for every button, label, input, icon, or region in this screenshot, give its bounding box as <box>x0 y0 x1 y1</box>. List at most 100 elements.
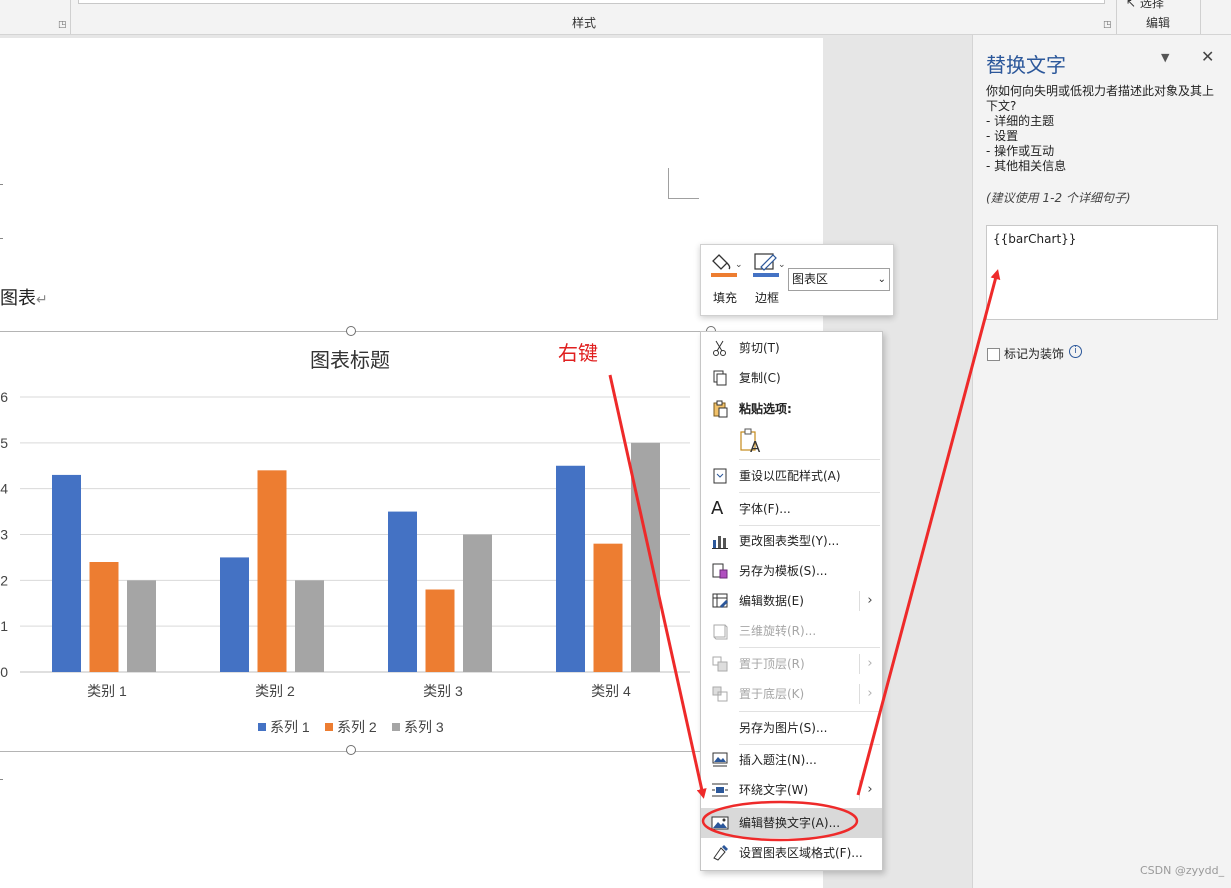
menu-item-label: 编辑数据(E) <box>739 594 804 608</box>
y-tick-label: 3 <box>0 527 8 543</box>
svg-text:⌄: ⌄ <box>735 260 743 270</box>
description-line: - 设置 <box>986 129 1019 143</box>
select-label: 选择 <box>1139 0 1164 10</box>
bar-3-1 <box>388 511 417 672</box>
menu-item-format-chart-area[interactable]: 设置图表区域格式(F)... <box>701 838 882 868</box>
border-button[interactable]: ⌄ 边框 <box>747 251 787 309</box>
legend-label: 系列 2 <box>337 719 377 735</box>
margin-tick <box>0 779 3 780</box>
decorative-label: 标记为装饰 <box>1004 347 1065 361</box>
pane-hint: (建议使用 1-2 个详细句子) <box>986 191 1131 205</box>
legend-swatch <box>392 723 400 731</box>
pane-description: 你如何向失明或低视力者描述此对象及其上 下文? - 详细的主题 - 设置 - 操… <box>986 84 1222 174</box>
select-cursor-icon: ↖ <box>1126 0 1137 10</box>
context-menu: 剪切(T) 复制(C) 粘贴选项: A 重设以匹配样式(A) A 字体(F)..… <box>700 331 883 871</box>
decorative-checkbox[interactable] <box>987 348 1000 361</box>
x-tick-label: 类别 4 <box>591 683 631 699</box>
svg-text:⌄: ⌄ <box>778 260 786 270</box>
menu-item-label: 置于顶层(R) <box>739 657 805 671</box>
bar-chart[interactable]: 图表标题 0 1 2 3 4 5 6 类别 1 类别 2 类别 3 类别 4 系列 1 系列 2 系列 3 <box>0 331 700 750</box>
svg-text:A: A <box>750 438 761 454</box>
menu-item-save-as-picture[interactable]: 另存为图片(S)... <box>701 713 882 743</box>
close-icon[interactable]: ✕ <box>1201 47 1214 66</box>
menu-separator <box>739 459 880 460</box>
edit-data-icon <box>712 593 728 608</box>
menu-item-edit-data[interactable]: 编辑数据(E) › <box>701 586 882 616</box>
watermark: CSDN @zyydd_ <box>1140 864 1225 877</box>
menu-item-3d-rotation[interactable]: 三维旋转(R)... <box>701 616 882 646</box>
chevron-right-icon[interactable]: › <box>859 591 880 611</box>
alt-text-input[interactable]: {{barChart}} <box>986 225 1218 320</box>
styles-launcher-icon[interactable]: ◳ <box>1103 20 1112 30</box>
x-tick-label: 类别 1 <box>87 683 127 699</box>
menu-item-label: 三维旋转(R)... <box>739 624 817 638</box>
y-tick-label: 1 <box>0 618 8 634</box>
menu-item-wrap-text[interactable]: 环绕文字(W) › <box>701 775 882 805</box>
alt-text-pane: 替换文字 ▼ ✕ 你如何向失明或低视力者描述此对象及其上 下文? - 详细的主题… <box>972 35 1231 888</box>
y-tick-label: 4 <box>0 481 8 497</box>
menu-item-insert-caption[interactable]: 插入题注(N)... <box>701 745 882 775</box>
description-line: 下文? <box>986 99 1017 113</box>
menu-item-edit-alt-text[interactable]: 编辑替换文字(A)... <box>701 808 882 838</box>
chevron-down-icon: ⌄ <box>877 274 886 285</box>
bar-1-1 <box>52 474 81 672</box>
margin-tick <box>0 238 3 239</box>
menu-item-label: 字体(F)... <box>739 502 791 516</box>
menu-separator <box>739 647 880 648</box>
chart-element-select[interactable]: 图表区 ⌄ <box>788 268 890 291</box>
menu-separator <box>739 711 880 712</box>
x-tick-label: 类别 2 <box>255 683 295 699</box>
menu-item-label: 复制(C) <box>739 371 781 385</box>
x-tick-label: 类别 3 <box>423 683 463 699</box>
menu-item-reset-style[interactable]: 重设以匹配样式(A) <box>701 461 882 491</box>
bar-4-1 <box>556 465 585 672</box>
alt-text-icon <box>711 816 729 830</box>
alt-text-value: {{barChart}} <box>993 232 1077 246</box>
bar-4-3 <box>631 442 660 672</box>
bar-2-2 <box>257 470 287 672</box>
legend-label: 系列 3 <box>404 719 444 735</box>
caption-paragraph[interactable]: 图表↵ <box>0 284 48 310</box>
styles-group-label: 样式 <box>572 16 597 30</box>
chart-title: 图表标题 <box>310 349 390 372</box>
menu-item-label: 另存为图片(S)... <box>739 721 828 735</box>
border-label: 边框 <box>754 291 779 305</box>
border-pen-icon: ⌄ <box>753 253 786 277</box>
info-icon[interactable]: i <box>1069 345 1082 358</box>
copy-icon <box>713 370 727 386</box>
styles-gallery[interactable] <box>78 0 1105 4</box>
menu-item-send-to-back[interactable]: 置于底层(K) › <box>701 679 882 709</box>
menu-item-save-as-template[interactable]: 另存为模板(S)... <box>701 556 882 586</box>
ribbon-separator <box>70 0 71 34</box>
y-tick-label: 5 <box>0 435 8 451</box>
bar-4-2 <box>593 543 623 672</box>
dialog-launcher-icon[interactable]: ◳ <box>58 20 67 30</box>
paragraph-mark: ↵ <box>36 292 48 308</box>
paste-keep-text-icon[interactable]: A <box>739 428 763 454</box>
ribbon-separator <box>1116 0 1117 34</box>
chevron-right-icon[interactable]: › <box>859 780 880 800</box>
fill-button[interactable]: ⌄ 填充 <box>705 251 745 309</box>
menu-item-font[interactable]: A 字体(F)... <box>701 494 882 524</box>
menu-item-change-chart-type[interactable]: 更改图表类型(Y)... <box>701 526 882 556</box>
chevron-right-icon[interactable]: › <box>859 654 880 674</box>
menu-item-label: 更改图表类型(Y)... <box>739 534 840 548</box>
y-tick-label: 2 <box>0 572 8 588</box>
paint-bucket-icon: ⌄ <box>711 254 743 277</box>
menu-item-label: 剪切(T) <box>739 341 780 355</box>
legend-label: 系列 1 <box>270 719 310 735</box>
bar-3-3 <box>463 534 492 672</box>
menu-item-copy[interactable]: 复制(C) <box>701 363 882 393</box>
menu-item-bring-to-front[interactable]: 置于顶层(R) › <box>701 649 882 679</box>
bar-2-1 <box>220 557 249 672</box>
chevron-right-icon[interactable]: › <box>859 684 880 704</box>
select-button[interactable]: ↖ 选择 <box>1126 0 1164 11</box>
menu-item-label: 编辑替换文字(A)... <box>739 816 841 830</box>
menu-item-label: 另存为模板(S)... <box>739 564 828 578</box>
menu-item-label: 环绕文字(W) <box>739 783 809 797</box>
editing-group-label: 编辑 <box>1146 16 1171 30</box>
pane-options-icon[interactable]: ▼ <box>1161 51 1169 64</box>
paste-icon <box>713 400 728 418</box>
menu-item-label: 设置图表区域格式(F)... <box>739 846 863 860</box>
menu-item-cut[interactable]: 剪切(T) <box>701 333 882 363</box>
